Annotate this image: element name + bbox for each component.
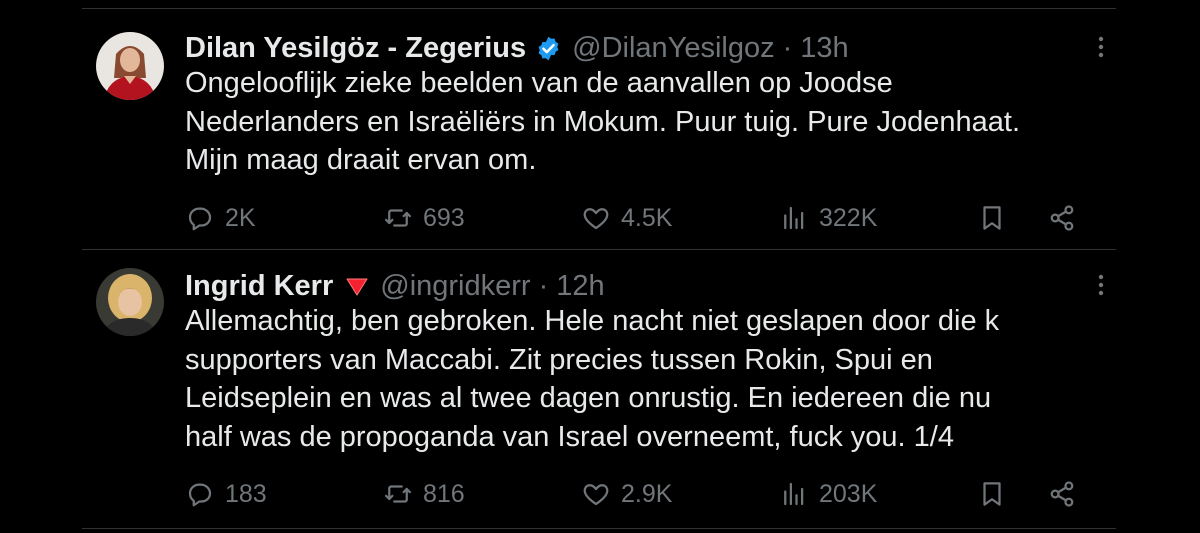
- like-count: 2.9K: [621, 479, 673, 508]
- tweet-text: Allemachtig, ben gebroken. Hele nacht ni…: [185, 302, 999, 456]
- avatar[interactable]: [96, 268, 164, 336]
- view-count: 203K: [819, 479, 878, 508]
- tweet-header: Dilan Yesilgöz - Zegerius @DilanYesilgoz…: [185, 28, 849, 68]
- heart-icon: [583, 208, 609, 230]
- views-icon: [784, 482, 804, 506]
- more-options-icon[interactable]: [1086, 32, 1116, 62]
- tweet-text-line: Leidseplein en was al twee dagen onrusti…: [185, 382, 992, 414]
- author-handle[interactable]: @DilanYesilgoz: [572, 32, 774, 65]
- reply-button[interactable]: 2K: [185, 200, 256, 236]
- reply-button[interactable]: 183: [185, 476, 267, 512]
- tweet-text: Ongelooflijk zieke beelden van de aanval…: [185, 64, 1020, 180]
- more-options-icon[interactable]: [1086, 270, 1116, 300]
- separator-dot: ·: [782, 31, 793, 64]
- tweet-text-line: Mijn maag draait ervan om.: [185, 144, 537, 176]
- tweet-text-line: supporters van Maccabi. Zit precies tuss…: [185, 343, 933, 376]
- tweet-feed: Dilan Yesilgöz - Zegerius @DilanYesilgoz…: [82, 0, 1116, 533]
- tweet-text-line: Nederlanders en Israëliërs in Mokum. Puu…: [185, 105, 1020, 138]
- views-button[interactable]: 203K: [779, 476, 877, 512]
- separator-dot: ·: [538, 269, 549, 302]
- repost-button[interactable]: 816: [383, 476, 465, 512]
- timestamp[interactable]: 13h: [800, 32, 848, 65]
- view-count: 322K: [819, 203, 878, 232]
- action-bar: 183 816 2.9K 203K: [185, 476, 1085, 512]
- share-button[interactable]: [1047, 476, 1077, 512]
- divider: [82, 528, 1116, 529]
- reply-count: 2K: [225, 203, 256, 232]
- tweet-text-line: Ongelooflijk zieke beelden van de aanval…: [185, 67, 893, 99]
- bookmark-button[interactable]: [977, 476, 1007, 512]
- divider: [82, 249, 1116, 250]
- tweet-card[interactable]: Dilan Yesilgöz - Zegerius @DilanYesilgoz…: [82, 28, 1116, 248]
- repost-count: 816: [423, 479, 465, 508]
- avatar[interactable]: [96, 32, 164, 100]
- like-button[interactable]: 2.9K: [581, 476, 672, 512]
- like-count: 4.5K: [621, 203, 673, 232]
- author-handle[interactable]: @ingridkerr: [380, 270, 530, 303]
- reply-icon: [188, 483, 212, 507]
- repost-button[interactable]: 693: [383, 200, 465, 236]
- author-name[interactable]: Dilan Yesilgöz - Zegerius: [185, 32, 526, 65]
- reply-count: 183: [225, 479, 267, 508]
- bookmark-icon: [983, 482, 1001, 506]
- red-triangle-icon: [344, 273, 370, 299]
- share-button[interactable]: [1047, 200, 1077, 236]
- tweet-header: Ingrid Kerr @ingridkerr · 12h: [185, 266, 605, 306]
- like-button[interactable]: 4.5K: [581, 200, 672, 236]
- share-icon: [1050, 205, 1074, 231]
- share-icon: [1050, 481, 1074, 507]
- repost-icon: [385, 209, 411, 227]
- tweet-card[interactable]: Ingrid Kerr @ingridkerr · 12h Allemachti…: [82, 266, 1116, 526]
- views-button[interactable]: 322K: [779, 200, 877, 236]
- action-bar: 2K 693 4.5K 322K: [185, 200, 1085, 236]
- tweet-text-line: half was de propoganda van Israel overne…: [185, 420, 954, 453]
- timestamp[interactable]: 12h: [556, 270, 604, 303]
- divider: [82, 8, 1116, 9]
- bookmark-button[interactable]: [977, 200, 1007, 236]
- repost-icon: [385, 485, 411, 503]
- bookmark-icon: [983, 206, 1001, 230]
- views-icon: [784, 206, 804, 230]
- author-name[interactable]: Ingrid Kerr: [185, 270, 333, 303]
- repost-count: 693: [423, 203, 465, 232]
- tweet-text-line: Allemachtig, ben gebroken. Hele nacht ni…: [185, 305, 1000, 337]
- reply-icon: [188, 207, 212, 231]
- verified-badge-icon: [535, 35, 562, 62]
- heart-icon: [583, 484, 609, 506]
